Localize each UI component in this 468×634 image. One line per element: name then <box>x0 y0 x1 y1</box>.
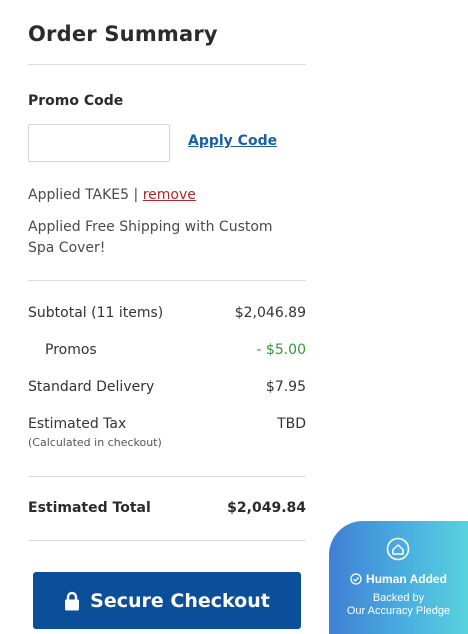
divider <box>28 540 306 541</box>
divider <box>28 476 306 477</box>
apply-code-link[interactable]: Apply Code <box>188 133 277 149</box>
applied-code-text: Applied TAKE5 | <box>28 187 143 203</box>
lock-icon <box>64 591 80 611</box>
tax-note: (Calculated in checkout) <box>28 436 162 449</box>
house-icon <box>386 537 410 561</box>
tax-label: Estimated Tax <box>28 416 127 432</box>
divider <box>28 280 306 281</box>
promos-label: Promos <box>45 342 97 358</box>
promo-code-input[interactable] <box>28 124 170 162</box>
backed-by-text: Backed by <box>372 592 425 604</box>
accuracy-pledge-text: Our Accuracy Pledge <box>346 605 451 617</box>
human-added-label: Human Added <box>366 572 447 586</box>
promos-value: - $5.00 <box>256 342 306 358</box>
subtotal-label: Subtotal (11 items) <box>28 305 164 321</box>
applied-shipping-text: Applied Free Shipping with Custom Spa Co… <box>28 219 273 256</box>
tax-value: TBD <box>277 416 306 432</box>
total-label: Estimated Total <box>28 500 151 516</box>
promo-code-label: Promo Code <box>28 93 124 109</box>
applied-promo-row: Applied TAKE5 | remove <box>28 187 196 203</box>
subtotal-value: $2,046.89 <box>234 305 306 321</box>
secure-checkout-button[interactable]: Secure Checkout <box>33 572 301 629</box>
human-added-badge[interactable]: Human Added Backed by Our Accuracy Pledg… <box>329 521 468 634</box>
remove-promo-link[interactable]: remove <box>143 187 196 203</box>
secure-checkout-label: Secure Checkout <box>90 589 270 612</box>
check-circle-icon <box>350 573 362 585</box>
order-summary-title: Order Summary <box>28 22 218 46</box>
delivery-value: $7.95 <box>265 379 306 395</box>
delivery-label: Standard Delivery <box>28 379 155 395</box>
total-value: $2,049.84 <box>227 500 306 516</box>
human-added-row: Human Added <box>329 572 468 586</box>
divider <box>28 64 306 65</box>
